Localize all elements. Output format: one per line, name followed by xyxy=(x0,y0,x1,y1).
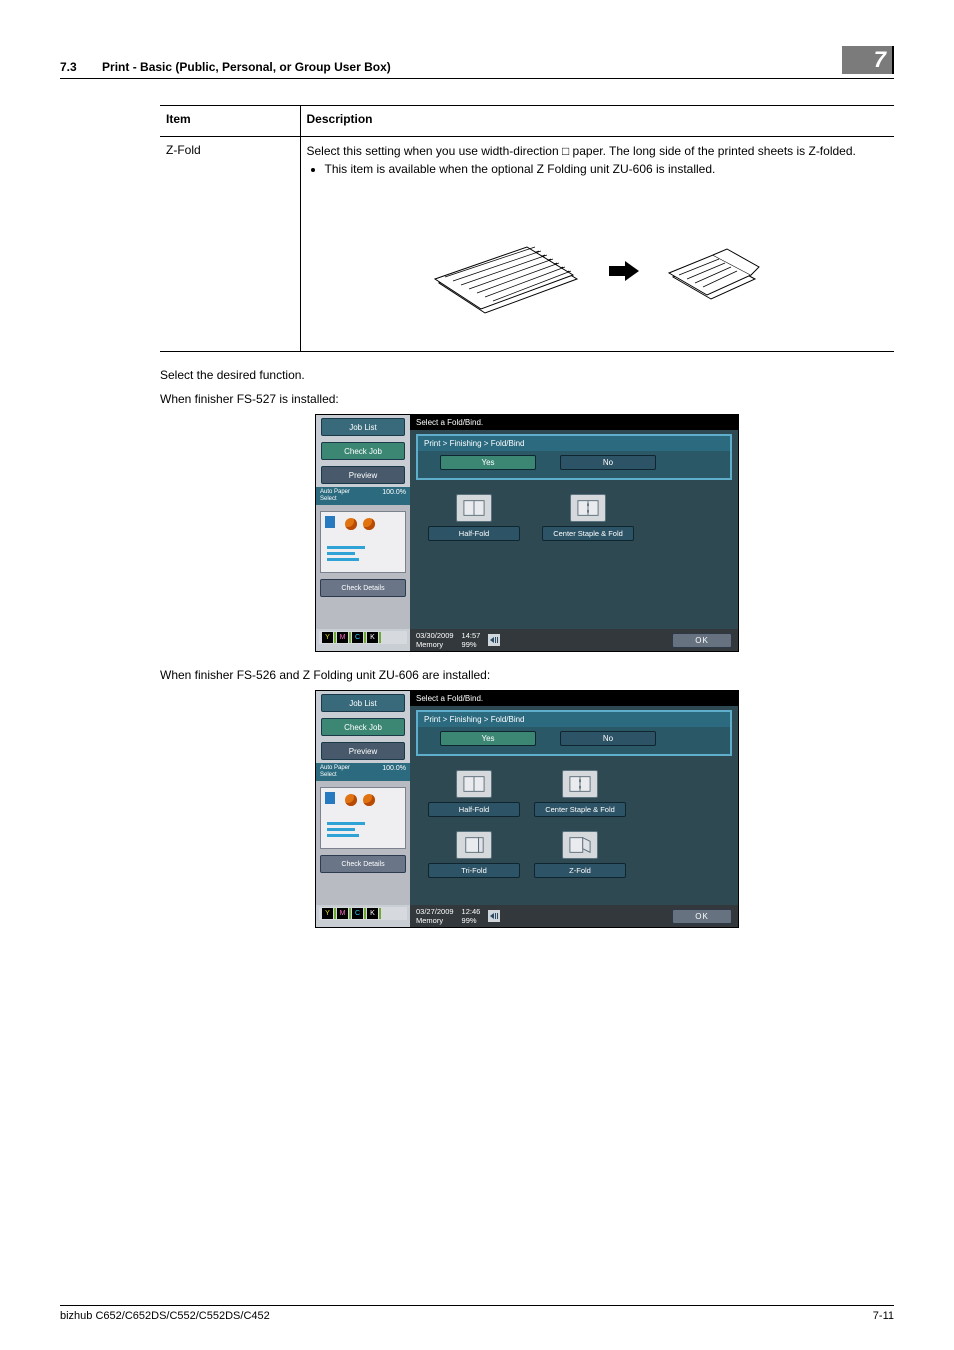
section-number: 7.3 xyxy=(60,60,77,74)
preview-tab[interactable]: Preview xyxy=(321,742,405,760)
auto-paper-status: Auto Paper Select 100.0% xyxy=(316,487,410,505)
section-title: Print - Basic (Public, Personal, or Grou… xyxy=(102,60,391,74)
instruction-2: When finisher FS-527 is installed: xyxy=(160,392,894,406)
desc-paragraph: Select this setting when you use width-d… xyxy=(307,143,889,159)
status-bar: 03/30/2009 Memory 14:57 99% OK xyxy=(410,629,738,651)
preview-thumb xyxy=(320,511,406,573)
table-row: Z-Fold Select this setting when you use … xyxy=(160,137,894,352)
half-fold-icon xyxy=(456,494,492,522)
auto-paper-status: Auto Paper Select 100.0% xyxy=(316,763,410,781)
check-details-button[interactable]: Check Details xyxy=(320,855,406,873)
page-footer: bizhub C652/C652DS/C552/C552DS/C452 7-11 xyxy=(60,1305,894,1322)
breadcrumb: Print > Finishing > Fold/Bind xyxy=(418,712,730,727)
toner-indicator: YMCK xyxy=(319,631,407,644)
check-details-button[interactable]: Check Details xyxy=(320,579,406,597)
paper-before-icon xyxy=(433,221,583,321)
tri-fold-option[interactable]: Tri-Fold xyxy=(428,831,520,878)
center-staple-option[interactable]: Center Staple & Fold xyxy=(534,770,626,817)
z-fold-option[interactable]: Z-Fold xyxy=(534,831,626,878)
status-icon xyxy=(488,634,500,646)
header-left: 7.3 Print - Basic (Public, Personal, or … xyxy=(60,60,391,74)
center-staple-icon xyxy=(562,770,598,798)
description-table: Item Description Z-Fold Select this sett… xyxy=(160,105,894,352)
no-button[interactable]: No xyxy=(560,455,656,470)
job-list-tab[interactable]: Job List xyxy=(321,418,405,436)
status-icon xyxy=(488,910,500,922)
breadcrumb: Print > Finishing > Fold/Bind xyxy=(418,436,730,451)
paper-after-icon xyxy=(665,235,761,307)
job-list-tab[interactable]: Job List xyxy=(321,694,405,712)
th-item: Item xyxy=(160,106,300,137)
no-button[interactable]: No xyxy=(560,731,656,746)
tri-fold-label: Tri-Fold xyxy=(428,863,520,878)
desc-bullet: This item is available when the optional… xyxy=(325,161,889,177)
item-cell: Z-Fold xyxy=(160,137,300,352)
z-fold-icon xyxy=(562,831,598,859)
center-staple-label: Center Staple & Fold xyxy=(542,526,634,541)
preview-tab[interactable]: Preview xyxy=(321,466,405,484)
ok-button[interactable]: OK xyxy=(672,633,732,648)
toner-indicator: YMCK xyxy=(319,907,407,920)
desc-cell: Select this setting when you use width-d… xyxy=(300,137,894,352)
chapter-badge: 7 xyxy=(842,46,894,74)
z-fold-label: Z-Fold xyxy=(534,863,626,878)
tri-fold-icon xyxy=(456,831,492,859)
status-bar: 03/27/2009 Memory 12:46 99% OK xyxy=(410,905,738,927)
center-staple-label: Center Staple & Fold xyxy=(534,802,626,817)
screenshot-fs527: Job List Check Job Preview Auto Paper Se… xyxy=(315,414,739,652)
prompt-bar: Select a Fold/Bind. xyxy=(410,415,738,430)
yes-button[interactable]: Yes xyxy=(440,455,536,470)
arrow-right-icon xyxy=(609,261,639,281)
yes-button[interactable]: Yes xyxy=(440,731,536,746)
half-fold-option[interactable]: Half-Fold xyxy=(428,494,520,541)
footer-model: bizhub C652/C652DS/C552/C552DS/C452 xyxy=(60,1310,270,1322)
half-fold-label: Half-Fold xyxy=(428,802,520,817)
half-fold-icon xyxy=(456,770,492,798)
check-job-tab[interactable]: Check Job xyxy=(321,442,405,460)
running-header: 7.3 Print - Basic (Public, Personal, or … xyxy=(60,46,894,79)
prompt-bar: Select a Fold/Bind. xyxy=(410,691,738,706)
instruction-3: When finisher FS-526 and Z Folding unit … xyxy=(160,668,894,682)
ok-button[interactable]: OK xyxy=(672,909,732,924)
check-job-tab[interactable]: Check Job xyxy=(321,718,405,736)
screenshot-fs526-zu606: Job List Check Job Preview Auto Paper Se… xyxy=(315,690,739,928)
instruction-1: Select the desired function. xyxy=(160,368,894,382)
th-desc: Description xyxy=(300,106,894,137)
half-fold-option[interactable]: Half-Fold xyxy=(428,770,520,817)
center-staple-icon xyxy=(570,494,606,522)
center-staple-option[interactable]: Center Staple & Fold xyxy=(542,494,634,541)
zfold-illustration xyxy=(307,185,889,341)
footer-page: 7-11 xyxy=(873,1310,894,1322)
preview-thumb xyxy=(320,787,406,849)
half-fold-label: Half-Fold xyxy=(428,526,520,541)
